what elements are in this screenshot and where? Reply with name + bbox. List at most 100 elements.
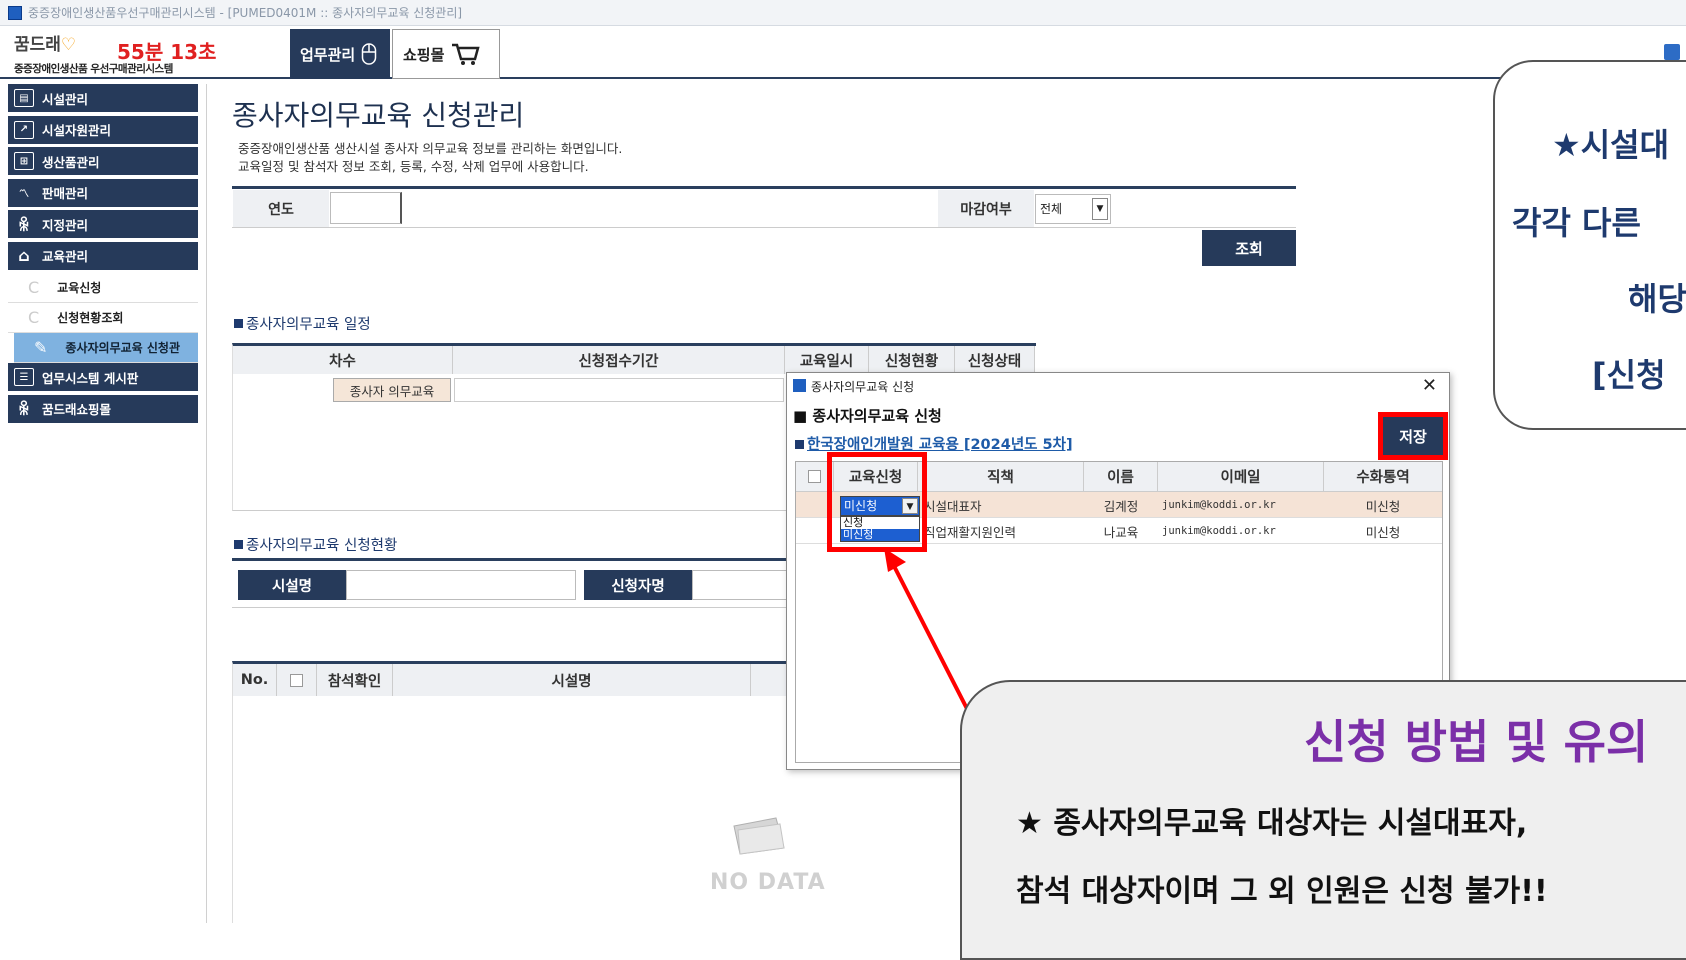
sidebar-sub-apply-status[interactable]: C 신청현황조회	[8, 303, 198, 333]
column-header: 신청접수기간	[453, 346, 785, 374]
shopping-mall-label: 쇼핑몰	[403, 45, 445, 64]
sidebar-item-sales[interactable]: 〽 판매관리	[8, 178, 198, 207]
name-cell: 김계정	[1103, 498, 1139, 514]
year-label: 연도	[233, 190, 329, 227]
schedule-section-title: 종사자의무교육 일정	[234, 313, 371, 334]
chart-icon: ↗	[14, 120, 34, 139]
user-icon[interactable]	[1664, 44, 1680, 60]
app-icon	[793, 379, 806, 392]
sidebar-item-education[interactable]: ⌂ 교육관리	[8, 241, 198, 270]
callout-title: 신청 방법 및 유의	[1304, 715, 1649, 769]
work-management-label: 업무관리	[300, 45, 356, 64]
building-icon: ▤	[14, 89, 34, 107]
sidebar-item-designation[interactable]: ꆜ 지정관리	[8, 210, 198, 238]
shopping-mall-button[interactable]: 쇼핑몰	[392, 29, 500, 79]
dialog-subheading: 한국장애인개발원 교육용 [2024년도 5차]	[795, 433, 1073, 454]
sidebar-sub-label: 교육신청	[57, 281, 102, 295]
applicant-input[interactable]	[692, 570, 788, 600]
column-header: 차수	[233, 346, 453, 374]
callout-text: 해당	[1628, 280, 1686, 318]
status-header-row: No. 참석확인 시설명	[233, 664, 791, 696]
schedule-row-period[interactable]	[454, 378, 784, 402]
column-header: 이메일	[1158, 462, 1324, 492]
deadline-label: 마감여부	[938, 190, 1034, 227]
section-label: 종사자의무교육 일정	[246, 317, 371, 333]
sidebar-divider	[206, 84, 207, 923]
email-cell: junkim@koddi.or.kr	[1162, 499, 1276, 511]
year-input[interactable]	[330, 192, 402, 224]
section-marker-icon	[795, 440, 804, 449]
sidebar: ▤ 시설관리 ↗ 시설자원관리 ⊞ 생산품관리 〽 판매관리 ꆜ 지정관리 ⌂ 교육관리 C…	[8, 84, 198, 426]
search-button[interactable]: 조회	[1202, 230, 1296, 266]
sidebar-item-label: 판매관리	[42, 186, 89, 201]
app-icon	[8, 6, 22, 20]
column-header: 시설명	[393, 664, 751, 696]
mouse-icon	[361, 43, 377, 65]
schedule-header-row: 차수 신청접수기간 교육일시 신청현황 신청상태	[233, 346, 1035, 374]
circle-icon: C	[28, 278, 40, 297]
sidebar-sub-mandatory-edu[interactable]: ✎ 종사자의무교육 신청관	[14, 333, 198, 363]
square-bullet-icon: ■	[793, 407, 813, 425]
status-grid	[232, 661, 792, 923]
position-cell: 시설대표자	[924, 498, 982, 514]
description-line: 중증장애인생산품 생산시설 종사자 의무교육 정보를 관리하는 화면입니다.	[238, 141, 623, 156]
heart-icon: ♡	[60, 35, 77, 55]
schedule-row-label[interactable]: 종사자 의무교육	[333, 378, 451, 402]
sidebar-item-products[interactable]: ⊞ 생산품관리	[8, 147, 198, 175]
sidebar-item-facility[interactable]: ▤ 시설관리	[8, 84, 198, 112]
smile-icon: ꆜ	[17, 215, 31, 235]
callout-text: 참석 대상자이며 그 외 인원은 신청 불가!!	[1016, 874, 1548, 909]
session-timer: 55분 13초	[117, 40, 217, 64]
save-button[interactable]: 저장	[1378, 412, 1448, 460]
sidebar-sub-label: 신청현황조회	[57, 311, 124, 325]
column-header: 직책	[918, 462, 1084, 492]
dialog-title: 종사자의무교육 신청	[811, 379, 915, 394]
select-all-checkbox[interactable]	[290, 673, 303, 687]
column-header: 신청상태	[955, 346, 1035, 374]
logo-brand: 꿈드래	[14, 35, 61, 55]
column-header: 수화통역	[1324, 462, 1442, 492]
facility-input[interactable]	[346, 570, 576, 600]
callout-text: ★시설대	[1552, 126, 1670, 164]
window-titlebar: 중증장애인생산품우선구매관리시스템 - [PUMED0401M :: 종사자의무…	[0, 0, 1686, 26]
graduation-cap-icon: ⌂	[18, 246, 30, 265]
checkbox-header[interactable]	[277, 664, 317, 696]
column-header: No.	[233, 664, 277, 696]
section-marker-icon	[234, 319, 243, 328]
name-cell: 나교육	[1103, 524, 1139, 540]
column-header: 이름	[1084, 462, 1158, 492]
no-data-text: NO DATA	[710, 870, 826, 895]
sidebar-item-label: 시설관리	[42, 91, 89, 107]
sidebar-item-board[interactable]: ☰ 업무시스템 게시판	[8, 363, 198, 391]
sidebar-item-label: 지정관리	[42, 217, 89, 233]
facility-label: 시설명	[238, 570, 346, 600]
highlight-box	[827, 452, 927, 552]
applicant-label: 신청자명	[584, 570, 692, 600]
callout-text: 각각 다른	[1512, 204, 1641, 242]
section-label: 종사자의무교육 신청현황	[246, 538, 398, 554]
sidebar-item-label: 업무시스템 게시판	[42, 370, 139, 386]
sidebar-item-shop[interactable]: ꆜ 꿈드래쇼핑몰	[8, 394, 198, 423]
sidebar-sub-edu-apply[interactable]: C 교육신청	[8, 273, 198, 303]
trend-icon: 〽	[19, 189, 29, 200]
dialog-heading-text: 종사자의무교육 신청	[812, 407, 942, 425]
window-title: 중증장애인생산품우선구매관리시스템 - [PUMED0401M :: 종사자의무…	[28, 6, 463, 20]
callout-text: ★ 종사자의무교육 대상자는 시설대표자,	[1016, 806, 1528, 841]
callout-text: [신청	[1592, 356, 1666, 394]
dialog-subheading-text: 한국장애인개발원 교육용 [2024년도 5차]	[807, 437, 1073, 453]
dialog-heading: ■ 종사자의무교육 신청	[793, 405, 942, 426]
chevron-down-icon: ▼	[1092, 198, 1108, 220]
pencil-icon: ✎	[34, 338, 48, 357]
sidebar-item-resources[interactable]: ↗ 시설자원관리	[8, 115, 198, 144]
deadline-select[interactable]: 전체 ▼	[1035, 194, 1111, 224]
logo[interactable]: 꿈드래♡	[14, 30, 76, 55]
dialog-titlebar: 종사자의무교육 신청 ✕	[787, 373, 1449, 399]
select-all-checkbox[interactable]	[808, 470, 821, 483]
circle-icon: C	[28, 308, 40, 327]
board-icon: ☰	[14, 368, 34, 386]
sidebar-sub-label: 종사자의무교육 신청관	[65, 341, 180, 355]
position-cell: 직업재활지원인력	[924, 524, 1017, 540]
cart-icon	[452, 43, 481, 65]
work-management-button[interactable]: 업무관리	[290, 29, 390, 79]
close-icon[interactable]: ✕	[1422, 375, 1437, 396]
